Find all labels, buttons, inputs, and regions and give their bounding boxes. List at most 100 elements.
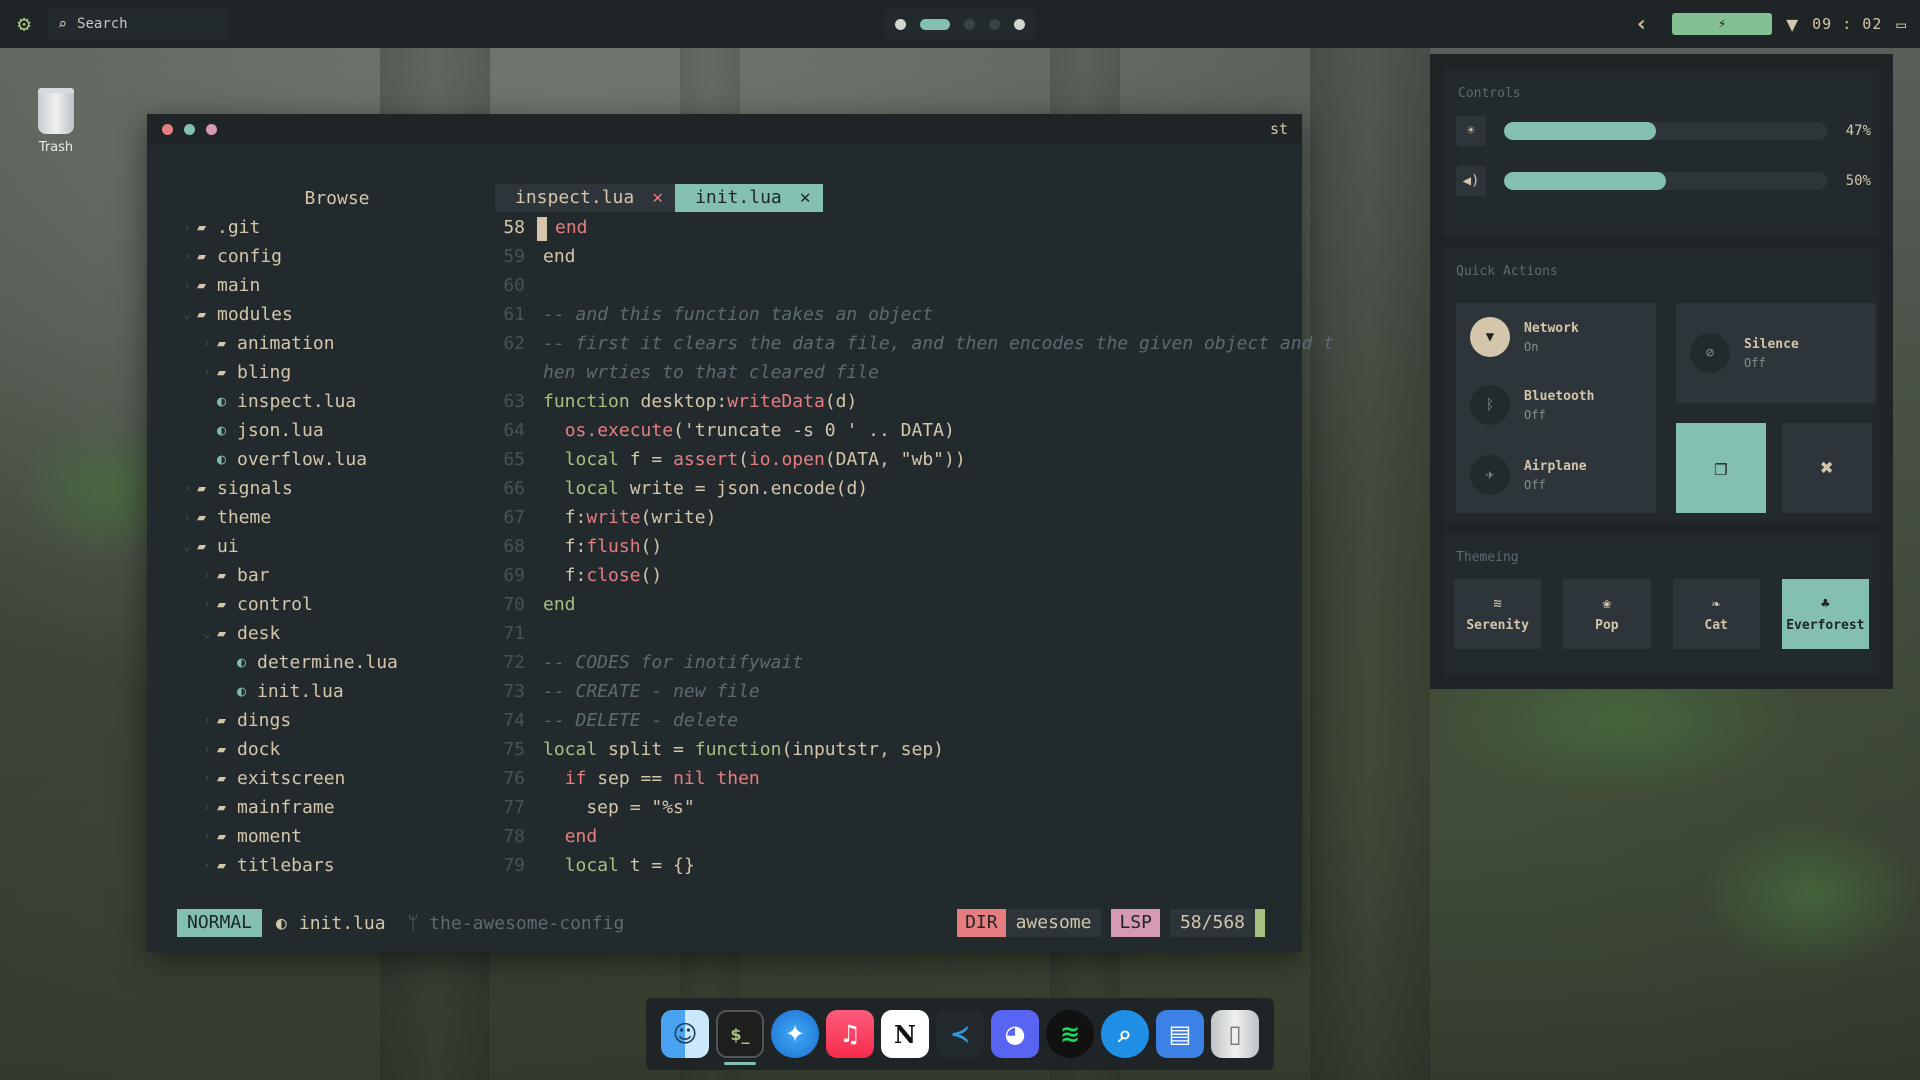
file-tree-row[interactable]: ◐ json.lua bbox=[177, 416, 497, 445]
spotify-icon[interactable]: ≋ bbox=[1046, 1010, 1094, 1058]
code-line[interactable]: 73 -- CREATE - new file bbox=[495, 677, 1290, 706]
minimize-window-button[interactable] bbox=[206, 123, 217, 135]
workspace-dot[interactable] bbox=[895, 18, 906, 30]
code-line[interactable]: 68 f:flush() bbox=[495, 532, 1290, 561]
search-icon[interactable]: ⌕ bbox=[1101, 1010, 1149, 1058]
code-line[interactable]: 62 -- first it clears the data file, and … bbox=[495, 329, 1334, 358]
music-icon[interactable]: ♫ bbox=[826, 1010, 874, 1058]
code-line[interactable]: 67 f:write(write) bbox=[495, 503, 1290, 532]
close-icon[interactable]: ✕ bbox=[800, 184, 811, 212]
file-tree-row[interactable]: › ▰ config bbox=[177, 242, 497, 271]
file-tree-row[interactable]: › ▰ animation bbox=[177, 329, 497, 358]
theme-button[interactable]: ♣ Everforest bbox=[1781, 579, 1869, 649]
workspace-dot[interactable] bbox=[964, 18, 975, 30]
terminal-titlebar[interactable]: st bbox=[147, 114, 1302, 144]
desktop-trash[interactable]: Trash bbox=[30, 88, 82, 155]
code-line[interactable]: 74 -- DELETE - delete bbox=[495, 706, 1290, 735]
file-tree[interactable]: Browse › ▰ .git › ▰ config › ▰ main ⌄ ▰ modules › ▰ an… bbox=[177, 184, 497, 880]
code-text: sep = "%s" bbox=[531, 793, 695, 822]
workspace-dot[interactable] bbox=[989, 18, 1000, 30]
notion-icon[interactable]: N bbox=[881, 1010, 929, 1058]
theme-button[interactable]: ≋ Serenity bbox=[1454, 579, 1542, 649]
code-editor[interactable]: 58 end 59 end 60 61 -- and this function takes… bbox=[495, 213, 1334, 880]
discord-icon[interactable]: ◕ bbox=[991, 1010, 1039, 1058]
volume-slider[interactable] bbox=[1504, 172, 1827, 190]
code-line[interactable]: 76 if sep == nil then bbox=[495, 764, 1290, 793]
search-label: Search bbox=[77, 16, 128, 32]
file-tree-row[interactable]: ◐ determine.lua bbox=[177, 648, 497, 677]
file-tree-row[interactable]: ⌄ ▰ modules bbox=[177, 300, 497, 329]
file-tree-row[interactable]: › ▰ bling bbox=[177, 358, 497, 387]
file-tree-row[interactable]: › ▰ titlebars bbox=[177, 851, 497, 880]
terminal-window[interactable]: st Browse › ▰ .git › ▰ config › ▰ main ⌄ ▰ modules ›… bbox=[147, 114, 1334, 952]
file-tree-row[interactable]: ⌄ ▰ ui bbox=[177, 532, 497, 561]
file-tree-row[interactable]: ◐ overflow.lua bbox=[177, 445, 497, 474]
file-tree-row[interactable]: ⌄ ▰ desk bbox=[177, 619, 497, 648]
files-icon[interactable]: ▤ bbox=[1156, 1010, 1204, 1058]
close-icon[interactable]: ✕ bbox=[652, 184, 663, 212]
dock: ☺ $_ ✦ ♫ N ≺ ◕ ≋ ⌕ ▤ ▯ bbox=[646, 998, 1274, 1070]
vscode-icon[interactable]: ≺ bbox=[936, 1010, 984, 1058]
code-token: sep = "%s" bbox=[543, 797, 695, 818]
file-tree-row[interactable]: › ▰ mainframe bbox=[177, 793, 497, 822]
workspace-dot[interactable] bbox=[1014, 18, 1025, 30]
file-tree-row[interactable]: › ▰ bar bbox=[177, 561, 497, 590]
code-line[interactable]: 72 -- CODES for inotifywait bbox=[495, 648, 1290, 677]
code-line[interactable]: 60 bbox=[495, 271, 1290, 300]
file-tree-row[interactable]: › ▰ main bbox=[177, 271, 497, 300]
code-line[interactable]: 58 end bbox=[495, 213, 1290, 242]
file-tree-row[interactable]: ◐ init.lua bbox=[177, 677, 497, 706]
file-tree-row[interactable]: › ▰ control bbox=[177, 590, 497, 619]
theme-button[interactable]: ❀ Pop bbox=[1563, 579, 1651, 649]
file-tree-row[interactable]: › ▰ exitscreen bbox=[177, 764, 497, 793]
file-tree-row[interactable]: › ▰ dings bbox=[177, 706, 497, 735]
mic-mute-button[interactable]: ✖ bbox=[1782, 423, 1872, 513]
network-toggle[interactable]: ▼ Network On bbox=[1470, 317, 1579, 357]
bluetooth-title: Bluetooth bbox=[1524, 388, 1595, 404]
code-line[interactable]: 71 bbox=[495, 619, 1290, 648]
code-line[interactable]: 69 f:close() bbox=[495, 561, 1290, 590]
code-line[interactable]: 65 local f = assert(io.open(DATA, "wb")) bbox=[495, 445, 1290, 474]
code-line[interactable]: 66 local write = json.encode(d) bbox=[495, 474, 1290, 503]
wifi-icon[interactable]: ▼ bbox=[1786, 12, 1798, 36]
brightness-slider[interactable] bbox=[1504, 122, 1827, 140]
settings-gear-icon[interactable]: ⚙ bbox=[0, 0, 48, 48]
buffer-tab[interactable]: init.lua ✕ bbox=[675, 184, 823, 212]
maximize-window-button[interactable] bbox=[184, 123, 195, 135]
file-tree-row[interactable]: ◐ inspect.lua bbox=[177, 387, 497, 416]
code-token: -- and this function takes an object bbox=[543, 304, 934, 325]
code-line[interactable]: 78 end bbox=[495, 822, 1290, 851]
tray-toggle-chevron-icon[interactable]: ‹ bbox=[1635, 12, 1648, 37]
airplane-toggle[interactable]: ✈ Airplane Off bbox=[1470, 455, 1587, 495]
notification-center-icon[interactable]: ▭ bbox=[1896, 15, 1906, 34]
search-box[interactable]: ⌕ Search bbox=[48, 7, 228, 41]
code-line[interactable]: 77 sep = "%s" bbox=[495, 793, 1290, 822]
bluetooth-toggle[interactable]: ᛒ Bluetooth Off bbox=[1470, 385, 1594, 425]
code-line[interactable]: 75 local split = function(inputstr, sep) bbox=[495, 735, 1290, 764]
close-window-button[interactable] bbox=[162, 123, 173, 135]
terminal-body[interactable]: Browse › ▰ .git › ▰ config › ▰ main ⌄ ▰ modules › ▰ an… bbox=[147, 144, 1334, 952]
code-line[interactable]: 59 end bbox=[495, 242, 1290, 271]
file-tree-row[interactable]: › ▰ moment bbox=[177, 822, 497, 851]
code-line[interactable]: 64 os.execute('truncate -s 0 ' .. DATA) bbox=[495, 416, 1290, 445]
file-tree-row[interactable]: › ▰ .git bbox=[177, 213, 497, 242]
clock[interactable]: 09 : 02 bbox=[1812, 15, 1882, 33]
file-tree-row[interactable]: › ▰ signals bbox=[177, 474, 497, 503]
file-tree-row[interactable]: › ▰ dock bbox=[177, 735, 497, 764]
code-line[interactable]: 63 function desktop:writeData(d) bbox=[495, 387, 1290, 416]
trash-icon[interactable]: ▯ bbox=[1211, 1010, 1259, 1058]
code-line[interactable]: hen wrties to that cleared file bbox=[495, 358, 1290, 387]
terminal-icon[interactable]: $_ bbox=[716, 1010, 764, 1065]
code-line[interactable]: 61 -- and this function takes an object bbox=[495, 300, 1290, 329]
code-line[interactable]: 79 local t = {} bbox=[495, 851, 1290, 880]
theme-button[interactable]: ❧ Cat bbox=[1672, 579, 1760, 649]
buffer-tab[interactable]: inspect.lua ✕ bbox=[495, 184, 676, 212]
code-line[interactable]: 70 end bbox=[495, 590, 1290, 619]
screenshot-button[interactable]: ❐ bbox=[1676, 423, 1766, 513]
safari-icon[interactable]: ✦ bbox=[771, 1010, 819, 1058]
file-tree-row[interactable]: › ▰ theme bbox=[177, 503, 497, 532]
finder-icon[interactable]: ☺ bbox=[661, 1010, 709, 1058]
controls-title: Controls bbox=[1458, 86, 1521, 101]
battery-indicator[interactable]: ⚡ bbox=[1672, 13, 1773, 35]
workspace-active[interactable] bbox=[920, 18, 950, 30]
